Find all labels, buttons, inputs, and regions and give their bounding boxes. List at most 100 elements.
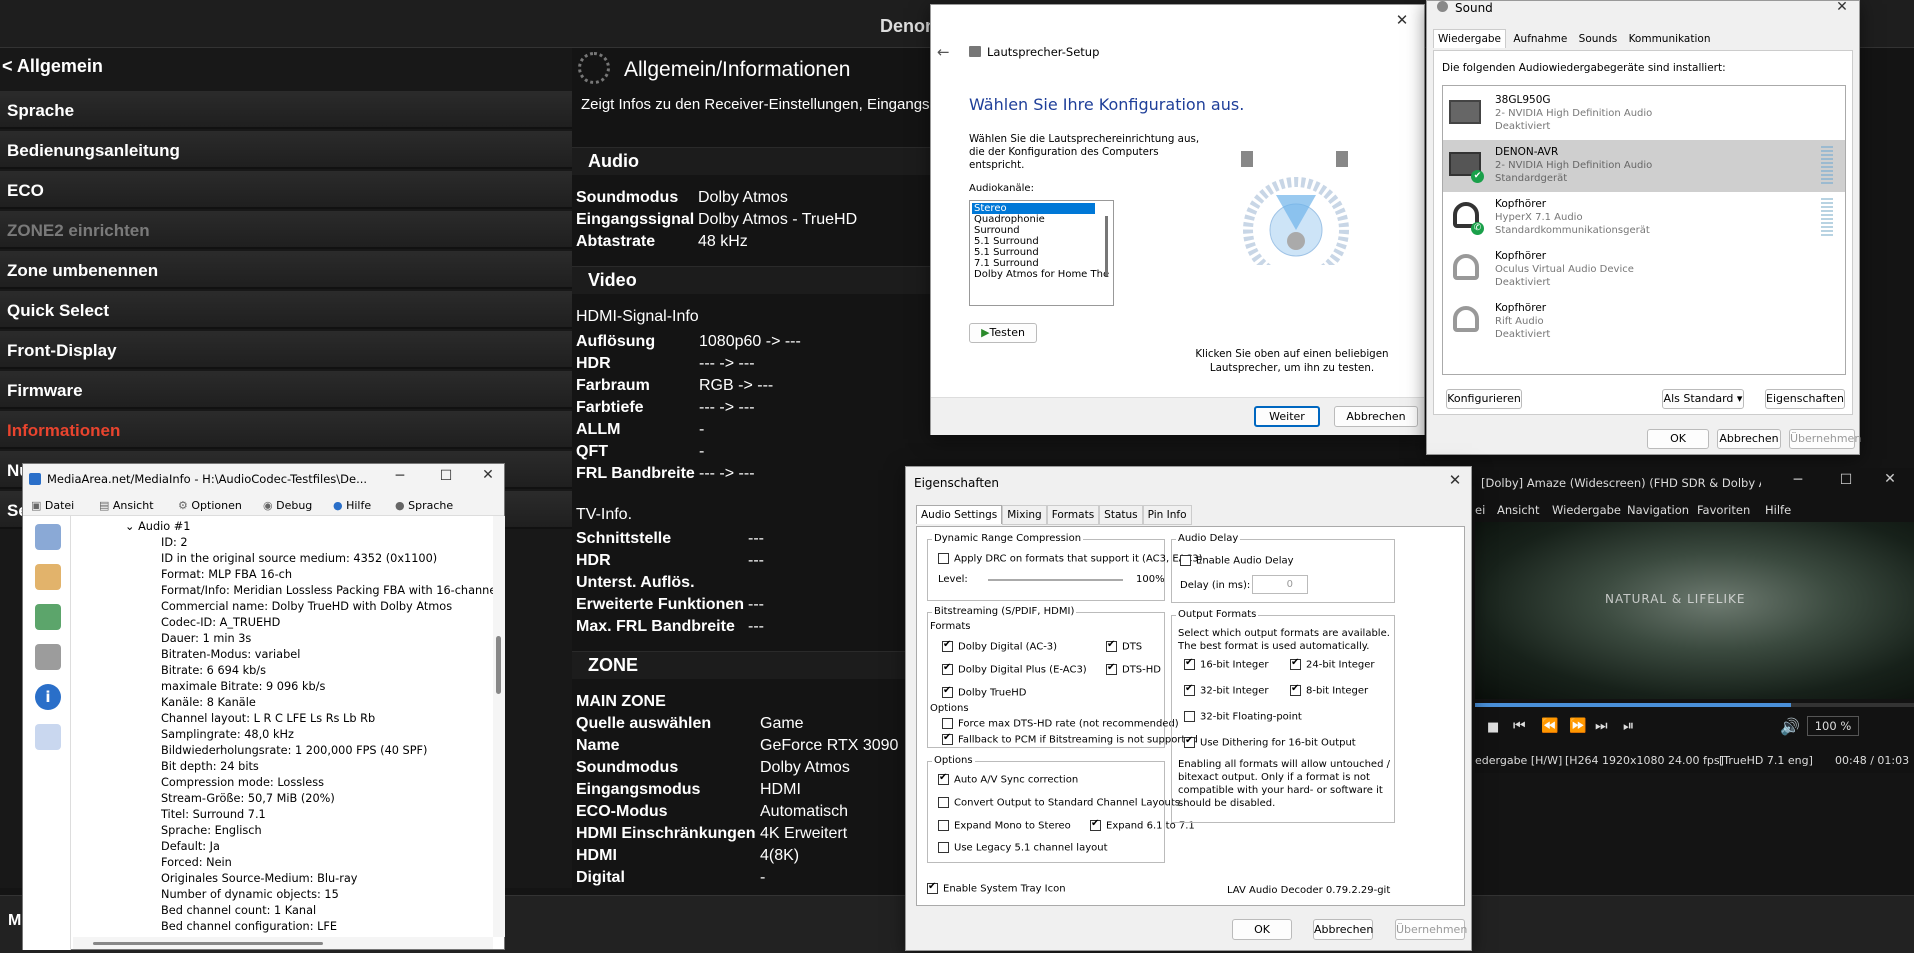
menu-ansicht[interactable]: ▤ Ansicht: [99, 499, 154, 512]
tab-formats[interactable]: Formats: [1046, 505, 1100, 525]
volume-level[interactable]: 100 %: [1807, 716, 1859, 736]
sidebar-item-eco[interactable]: ECO: [0, 171, 572, 209]
checkbox[interactable]: [938, 553, 949, 564]
int32-checkbox[interactable]: 32-bit Integer: [1184, 683, 1269, 697]
tab-audio-settings[interactable]: Audio Settings: [916, 505, 1003, 524]
checkbox[interactable]: [942, 662, 953, 675]
checkbox[interactable]: [1290, 657, 1301, 670]
device-item[interactable]: Kopfhörer Rift Audio Deaktiviert: [1443, 296, 1845, 348]
sidebar-item-informationen[interactable]: Informationen: [0, 411, 572, 449]
maximize-button[interactable]: ☐: [1831, 472, 1861, 488]
back-link[interactable]: < Allgemein: [0, 48, 572, 88]
tree-node-audio[interactable]: ⌄ Audio #1: [125, 520, 190, 533]
tab-sounds[interactable]: Sounds: [1575, 30, 1622, 48]
menu-hilfe[interactable]: Hilfe: [1765, 503, 1791, 517]
sidebar-item-front-display[interactable]: Front-Display: [0, 331, 572, 369]
device-item[interactable]: 38GL950G 2- NVIDIA High Definition Audio…: [1443, 88, 1845, 140]
drc-checkbox[interactable]: Apply DRC on formats that support it (AC…: [938, 553, 1203, 565]
mono-stereo-checkbox[interactable]: Expand Mono to Stereo: [938, 820, 1071, 832]
close-button[interactable]: ✕: [473, 467, 503, 483]
checkbox[interactable]: [1290, 683, 1301, 696]
bs-eac3-checkbox[interactable]: Dolby Digital Plus (E-AC3): [942, 662, 1087, 676]
channel-option[interactable]: Quadrophonie: [970, 214, 1113, 225]
configure-button[interactable]: Konfigurieren: [1446, 389, 1522, 409]
checkbox[interactable]: [938, 797, 949, 808]
delay-input[interactable]: 0: [1252, 575, 1308, 594]
test-button[interactable]: ▶Testen: [969, 323, 1037, 343]
convert-layout-checkbox[interactable]: Convert Output to Standard Channel Layou…: [938, 797, 1180, 809]
open-file-icon[interactable]: [35, 524, 61, 550]
frame-step-icon[interactable]: ⏯: [1623, 718, 1634, 734]
channel-option[interactable]: Surround: [970, 225, 1113, 236]
channel-option[interactable]: 7.1 Surround: [970, 258, 1113, 269]
bs-dts-checkbox[interactable]: DTS: [1106, 639, 1142, 653]
bs-ac3-checkbox[interactable]: Dolby Digital (AC-3): [942, 639, 1057, 653]
checkbox[interactable]: [1180, 555, 1191, 566]
maximize-button[interactable]: ☐: [431, 468, 461, 484]
set-default-button[interactable]: Als Standard ▾: [1662, 389, 1744, 409]
tab-mixing[interactable]: Mixing: [1002, 505, 1047, 525]
close-button[interactable]: ✕: [1440, 471, 1470, 489]
checkbox[interactable]: [1184, 711, 1195, 722]
horizontal-scrollbar[interactable]: [73, 937, 493, 949]
info-icon[interactable]: i: [35, 684, 61, 710]
force-dtshd-checkbox[interactable]: Force max DTS-HD rate (not recommended): [942, 718, 1179, 730]
checkbox[interactable]: [942, 732, 953, 745]
stop-icon[interactable]: ■: [1487, 720, 1499, 735]
hscrollbar-thumb[interactable]: [93, 942, 323, 945]
checkbox[interactable]: [938, 772, 949, 785]
properties-button[interactable]: Eigenschaften: [1765, 389, 1845, 409]
channels-listbox[interactable]: Stereo Quadrophonie Surround 5.1 Surroun…: [969, 200, 1114, 306]
scrollbar-thumb[interactable]: [496, 636, 501, 694]
legacy-51-checkbox[interactable]: Use Legacy 5.1 channel layout: [938, 842, 1108, 854]
volume-icon[interactable]: 🔊: [1780, 717, 1800, 736]
menu-datei[interactable]: ei: [1475, 503, 1485, 517]
checkbox[interactable]: [1184, 657, 1195, 670]
menu-favoriten[interactable]: Favoriten: [1697, 503, 1750, 517]
ok-button[interactable]: OK: [1232, 919, 1292, 940]
checkbox[interactable]: [942, 718, 953, 729]
menu-optionen[interactable]: ⚙ Optionen: [178, 499, 242, 512]
checkbox[interactable]: [942, 685, 953, 698]
skip-forward-icon[interactable]: ⏭: [1595, 718, 1608, 734]
rewind-icon[interactable]: ⏪: [1541, 718, 1558, 734]
menu-navigation[interactable]: Navigation: [1627, 503, 1689, 517]
list-scrollbar[interactable]: [1105, 216, 1108, 276]
open-folder-icon[interactable]: [35, 564, 61, 590]
cancel-button[interactable]: Abbrechen: [1717, 429, 1781, 449]
sidebar-item-quick-select[interactable]: Quick Select: [0, 291, 572, 329]
close-button[interactable]: ✕: [1827, 0, 1857, 15]
ok-button[interactable]: OK: [1647, 429, 1709, 449]
channel-option[interactable]: 5.1 Surround: [970, 247, 1113, 258]
skip-back-icon[interactable]: ⏮: [1513, 718, 1526, 734]
sidebar-item-zone-rename[interactable]: Zone umbenennen: [0, 251, 572, 289]
menu-debug[interactable]: ◉ Debug: [263, 499, 312, 512]
sidebar-item-firmware[interactable]: Firmware: [0, 371, 572, 409]
av-sync-checkbox[interactable]: Auto A/V Sync correction: [938, 772, 1078, 786]
enable-delay-checkbox[interactable]: Enable Audio Delay: [1180, 555, 1294, 567]
int8-checkbox[interactable]: 8-bit Integer: [1290, 683, 1368, 697]
menu-ansicht[interactable]: Ansicht: [1497, 503, 1539, 517]
apply-button[interactable]: Übernehmen: [1395, 919, 1467, 940]
bs-dtshd-checkbox[interactable]: DTS-HD: [1106, 662, 1161, 676]
level-slider[interactable]: [988, 579, 1123, 581]
tools-icon[interactable]: [35, 644, 61, 670]
float32-checkbox[interactable]: 32-bit Floating-point: [1184, 711, 1302, 723]
tab-pin-info[interactable]: Pin Info: [1142, 505, 1192, 525]
checkbox[interactable]: [927, 881, 938, 894]
fast-forward-icon[interactable]: ⏩: [1569, 718, 1586, 734]
apply-button[interactable]: Übernehmen: [1789, 429, 1861, 449]
menu-hilfe[interactable]: ● Hilfe: [333, 499, 371, 512]
close-button[interactable]: ✕: [1875, 471, 1905, 487]
device-item[interactable]: ✆ Kopfhörer HyperX 7.1 Audio Standardkom…: [1443, 192, 1845, 244]
cancel-button[interactable]: Abbrechen: [1334, 406, 1418, 427]
checkbox[interactable]: [1184, 735, 1195, 748]
system-tray-checkbox[interactable]: Enable System Tray Icon: [927, 881, 1066, 895]
cancel-button[interactable]: Abbrechen: [1313, 919, 1373, 940]
device-item-selected[interactable]: ✔ DENON-AVR 2- NVIDIA High Definition Au…: [1443, 140, 1845, 192]
minimize-button[interactable]: ─: [385, 468, 415, 484]
minimize-button[interactable]: ─: [1783, 472, 1813, 488]
sidebar-item-zone2[interactable]: ZONE2 einrichten: [0, 211, 572, 249]
checkbox[interactable]: [942, 639, 953, 652]
tab-wiedergabe[interactable]: Wiedergabe: [1433, 29, 1507, 48]
